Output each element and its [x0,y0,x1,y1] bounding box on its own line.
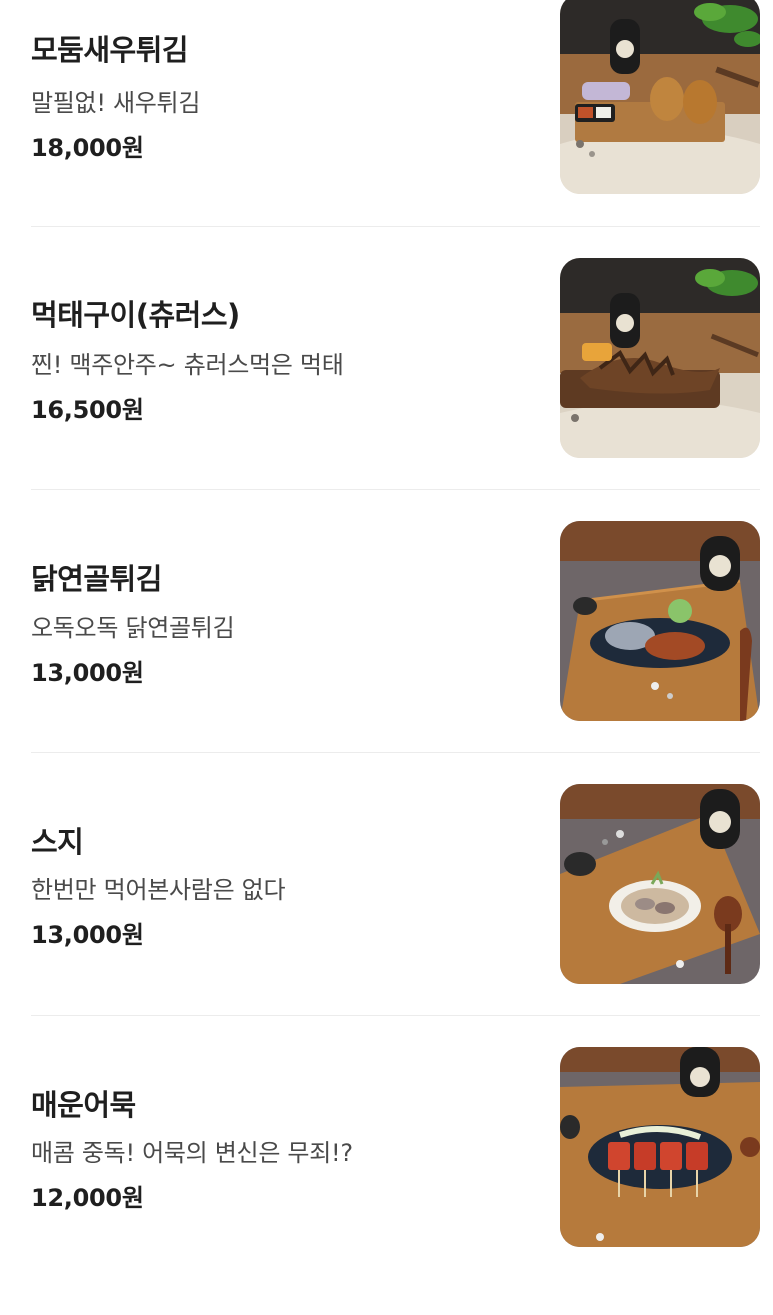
photo-illustration [560,521,760,721]
menu-item-name: 먹태구이(츄러스) [31,298,240,332]
menu-item-spicy-fishcake[interactable]: 매운어묵 매콤 중독! 어묵의 변신은 무죄!? 12,000원 [0,1047,773,1315]
photo-illustration [560,0,760,194]
menu-item-name: 매운어묵 [31,1088,136,1122]
divider [31,226,760,227]
photo-illustration [560,1047,760,1247]
menu-item-beef-tendon[interactable]: 스지 한번만 먹어본사람은 없다 13,000원 [0,784,773,1052]
menu-item-price: 16,500원 [31,396,144,424]
menu-item-chicken-cartilage[interactable]: 닭연골튀김 오독오독 닭연골튀김 13,000원 [0,521,773,789]
menu-item-description: 오독오독 닭연골튀김 [31,614,235,642]
menu-item-description: 찐! 맥주안주~ 츄러스먹은 먹태 [31,351,344,379]
menu-item-price: 13,000원 [31,921,144,949]
menu-item-price: 12,000원 [31,1184,144,1212]
menu-item-price: 18,000원 [31,134,144,162]
divider [31,489,760,490]
menu-item-price: 13,000원 [31,659,144,687]
grilled-dried-pollack-photo[interactable] [560,258,760,458]
menu-item-fried-shrimp[interactable]: 모둠새우튀김 말필없! 새우튀김 18,000원 [0,0,773,263]
menu-item-name: 모둠새우튀김 [31,33,189,67]
menu-item-description: 말필없! 새우튀김 [31,89,201,117]
divider [31,1015,760,1016]
menu-item-description: 매콤 중독! 어묵의 변신은 무죄!? [31,1139,353,1167]
beef-tendon-bowl-photo[interactable] [560,784,760,984]
menu-item-name: 닭연골튀김 [31,562,162,596]
divider [31,752,760,753]
fried-shrimp-platter-photo[interactable] [560,0,760,194]
fried-chicken-cartilage-photo[interactable] [560,521,760,721]
menu-item-grilled-pollack[interactable]: 먹태구이(츄러스) 찐! 맥주안주~ 츄러스먹은 먹태 16,500원 [0,258,773,526]
menu-list: 모둠새우튀김 말필없! 새우튀김 18,000원 먹태구이(츄러스) 찐! 맥주… [0,0,773,1251]
menu-item-description: 한번만 먹어본사람은 없다 [31,876,286,904]
photo-illustration [560,784,760,984]
photo-illustration [560,258,760,458]
spicy-fishcake-skewers-photo[interactable] [560,1047,760,1247]
menu-item-name: 스지 [31,825,84,859]
